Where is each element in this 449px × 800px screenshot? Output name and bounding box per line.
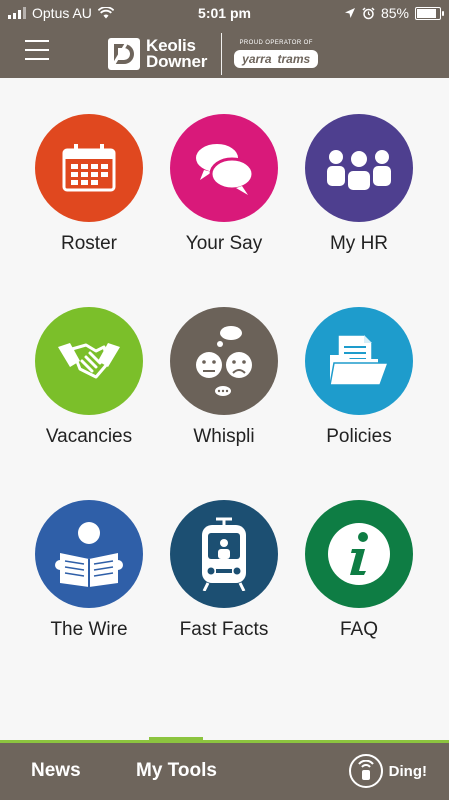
tile-fast-facts[interactable]: Fast Facts <box>159 500 289 641</box>
tile-label-vacancies: Vacancies <box>45 426 133 447</box>
location-arrow-icon <box>344 8 355 18</box>
tile-your-say[interactable]: Your Say <box>159 114 289 255</box>
tile-policies[interactable]: Policies <box>294 307 424 448</box>
vacancies-circle[interactable] <box>35 307 143 415</box>
tile-vacancies[interactable]: Vacancies <box>24 307 154 448</box>
tile-roster[interactable]: Roster <box>24 114 154 255</box>
fast-facts-circle[interactable] <box>170 500 278 608</box>
tile-the-wire[interactable]: The Wire <box>24 500 154 641</box>
faces-thought-icon <box>196 326 252 396</box>
battery-icon <box>415 6 444 20</box>
chat-bubbles-icon <box>194 142 255 195</box>
tile-label-fast-facts: Fast Facts <box>179 619 269 640</box>
info-icon <box>328 523 390 585</box>
tile-label-roster: Roster <box>61 233 117 254</box>
hamburger-menu-icon[interactable] <box>25 40 49 60</box>
bottom-nav: News My Tools Ding! <box>0 740 449 800</box>
brand-divider <box>221 33 223 75</box>
ding-button[interactable]: Ding! <box>348 754 427 788</box>
tab-news[interactable]: News <box>31 760 81 782</box>
tile-label-faq: FAQ <box>339 619 378 640</box>
battery-percentage: 85% <box>380 5 409 21</box>
tile-faq[interactable]: FAQ <box>294 500 424 641</box>
reader-newspaper-icon <box>55 522 123 587</box>
tile-label-my-hr: My HR <box>329 233 389 254</box>
faq-circle[interactable] <box>305 500 413 608</box>
ding-icon <box>348 754 383 788</box>
calendar-icon <box>62 144 116 192</box>
trams-word-1: yarra <box>242 52 272 66</box>
tile-whispli[interactable]: Whispli <box>159 307 289 448</box>
folder-documents-icon <box>329 334 390 386</box>
your-say-circle[interactable] <box>170 114 278 222</box>
tile-label-your-say: Your Say <box>185 233 263 254</box>
roster-circle[interactable] <box>35 114 143 222</box>
tile-label-policies: Policies <box>326 426 392 447</box>
people-group-icon <box>327 149 391 191</box>
policies-circle[interactable] <box>305 307 413 415</box>
the-wire-circle[interactable] <box>35 500 143 608</box>
yarra-trams-logo: yarra trams <box>234 50 319 68</box>
tile-label-whispli: Whispli <box>193 426 255 447</box>
ding-label: Ding! <box>388 762 427 780</box>
whispli-circle[interactable] <box>170 307 278 415</box>
status-bar: Optus AU 5:01 pm 85% <box>0 0 449 26</box>
my-hr-circle[interactable] <box>305 114 413 222</box>
alarm-clock-icon <box>362 6 375 19</box>
handshake-icon <box>58 343 120 379</box>
operator-label: PROUD OPERATOR OF <box>239 40 313 46</box>
tram-front-icon <box>202 517 246 591</box>
tile-my-hr[interactable]: My HR <box>294 114 424 255</box>
keolis-downer-logo-icon <box>108 38 140 70</box>
brand-line-2: Downer <box>146 52 208 71</box>
tab-my-tools[interactable]: My Tools <box>136 760 217 782</box>
brand-logo: Keolis Downer PROUD OPERATOR OF yarra tr… <box>108 33 319 75</box>
trams-word-2: trams <box>277 52 311 66</box>
app-header: Optus AU 5:01 pm 85% Keolis Downer PROUD… <box>0 0 449 78</box>
tile-label-the-wire: The Wire <box>50 619 128 640</box>
